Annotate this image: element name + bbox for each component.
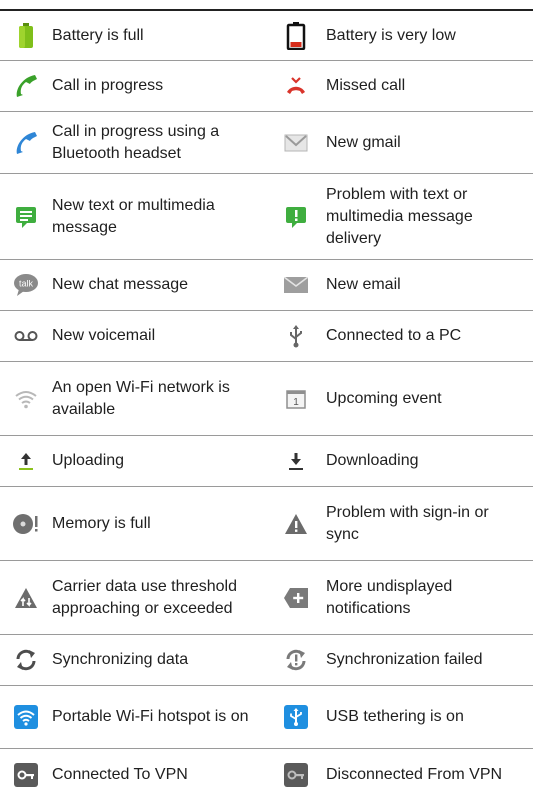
row-label: Uploading	[52, 452, 125, 469]
battery-full-icon	[0, 22, 52, 49]
table-cell: Disconnected From VPN	[266, 749, 533, 801]
calendar-icon: 1	[266, 389, 326, 409]
table-cell: Problem with text or multimedia message …	[266, 174, 533, 259]
table-row: New voicemail Connected to a PC	[0, 311, 533, 362]
table-cell: Portable Wi-Fi hotspot is on	[0, 686, 266, 748]
row-label: Portable Wi-Fi hotspot is on	[52, 708, 249, 725]
sms-icon	[0, 205, 52, 229]
missed-call-icon	[266, 75, 326, 97]
table-row: An open Wi-Fi network is available 1 Upc…	[0, 362, 533, 436]
row-label: An open Wi-Fi network is available	[52, 378, 230, 418]
row-label: Problem with text or multimedia message …	[326, 185, 473, 247]
row-label: Connected to a PC	[326, 327, 462, 344]
table-cell: Downloading	[266, 436, 533, 486]
table-cell: New voicemail	[0, 311, 266, 361]
row-label: Upcoming event	[326, 389, 442, 407]
table-cell: An open Wi-Fi network is available	[0, 362, 266, 435]
table-row: Call in progress using a Bluetooth heads…	[0, 112, 533, 174]
table-cell: USB tethering is on	[266, 686, 533, 748]
talk-icon: talk	[0, 273, 52, 297]
table-row: Call in progress Missed call	[0, 61, 533, 112]
row-label: Call in progress	[52, 77, 164, 94]
download-icon	[266, 451, 326, 471]
call-in-progress-icon	[0, 73, 52, 99]
table-cell: Connected To VPN	[0, 749, 266, 801]
row-label: Memory is full	[52, 514, 151, 532]
table-cell: Synchronizing data	[0, 635, 266, 685]
warning-icon	[266, 513, 326, 535]
table-cell: Battery is very low	[266, 11, 533, 60]
wifi-open-icon	[0, 389, 52, 409]
voicemail-icon	[0, 330, 52, 342]
table-cell: talk New chat message	[0, 260, 266, 310]
table-row: Connected To VPN Disconnected From VPN	[0, 749, 533, 801]
table-cell: Missed call	[266, 61, 533, 111]
row-label: Call in progress using a Bluetooth heads…	[52, 122, 220, 162]
table-cell: Synchronization failed	[266, 635, 533, 685]
row-label: USB tethering is on	[326, 708, 464, 725]
table-cell: Carrier data use threshold approaching o…	[0, 561, 266, 634]
row-label: Problem with sign-in or sync	[326, 503, 489, 543]
table-row: Battery is full Battery is very low	[0, 11, 533, 61]
row-label: New chat message	[52, 276, 189, 293]
svg-text:1: 1	[293, 397, 299, 408]
table-row: Carrier data use threshold approaching o…	[0, 561, 533, 635]
table-cell: Call in progress using a Bluetooth heads…	[0, 112, 266, 173]
table-cell: New email	[266, 260, 533, 310]
row-label: New email	[326, 276, 401, 293]
wifi-hotspot-icon	[0, 705, 52, 729]
table-cell: Memory is full	[0, 487, 266, 560]
table-row: Synchronizing data Synchronization faile…	[0, 635, 533, 686]
vpn-disconnected-icon	[266, 763, 326, 787]
table-cell: New text or multimedia message	[0, 174, 266, 259]
row-label: Synchronization failed	[326, 651, 483, 668]
table-row: talk New chat message New email	[0, 260, 533, 311]
table-cell: Call in progress	[0, 61, 266, 111]
table-cell: More undisplayed notifications	[266, 561, 533, 634]
row-label: New gmail	[326, 133, 401, 151]
usb-tethering-icon	[266, 705, 326, 729]
table-cell: Uploading	[0, 436, 266, 486]
more-notifications-icon	[266, 587, 326, 608]
vpn-connected-icon	[0, 763, 52, 787]
table-cell: Connected to a PC	[266, 311, 533, 361]
table-cell: Problem with sign-in or sync	[266, 487, 533, 560]
table-cell: Battery is full	[0, 11, 266, 60]
sms-error-icon	[266, 205, 326, 229]
table-cell: 1 Upcoming event	[266, 362, 533, 435]
usb-icon	[266, 324, 326, 348]
memory-full-icon	[0, 512, 52, 536]
row-label: Missed call	[326, 77, 406, 94]
row-label: Downloading	[326, 452, 419, 469]
svg-text:talk: talk	[19, 279, 34, 289]
data-threshold-icon	[0, 587, 52, 609]
row-label: New voicemail	[52, 327, 156, 344]
row-label: Battery is full	[52, 26, 144, 44]
table-row: New text or multimedia message Problem w…	[0, 174, 533, 260]
row-label: Carrier data use threshold approaching o…	[52, 577, 237, 617]
bluetooth-call-icon	[0, 130, 52, 156]
table-row: Uploading Downloading	[0, 436, 533, 487]
sync-icon	[0, 648, 52, 672]
table-row: Portable Wi-Fi hotspot is on USB tetheri…	[0, 686, 533, 749]
row-label: New text or multimedia message	[52, 196, 215, 236]
row-label: More undisplayed notifications	[326, 577, 453, 617]
battery-low-icon	[266, 21, 326, 50]
sync-failed-icon	[266, 648, 326, 672]
gmail-icon	[266, 134, 326, 152]
row-label: Connected To VPN	[52, 766, 188, 783]
table-row: Memory is full Problem with sign-in or s…	[0, 487, 533, 561]
row-label: Disconnected From VPN	[326, 766, 503, 783]
row-label: Battery is very low	[326, 26, 456, 44]
table-cell: New gmail	[266, 112, 533, 173]
row-label: Synchronizing data	[52, 651, 189, 668]
upload-icon	[0, 451, 52, 471]
email-icon	[266, 277, 326, 293]
